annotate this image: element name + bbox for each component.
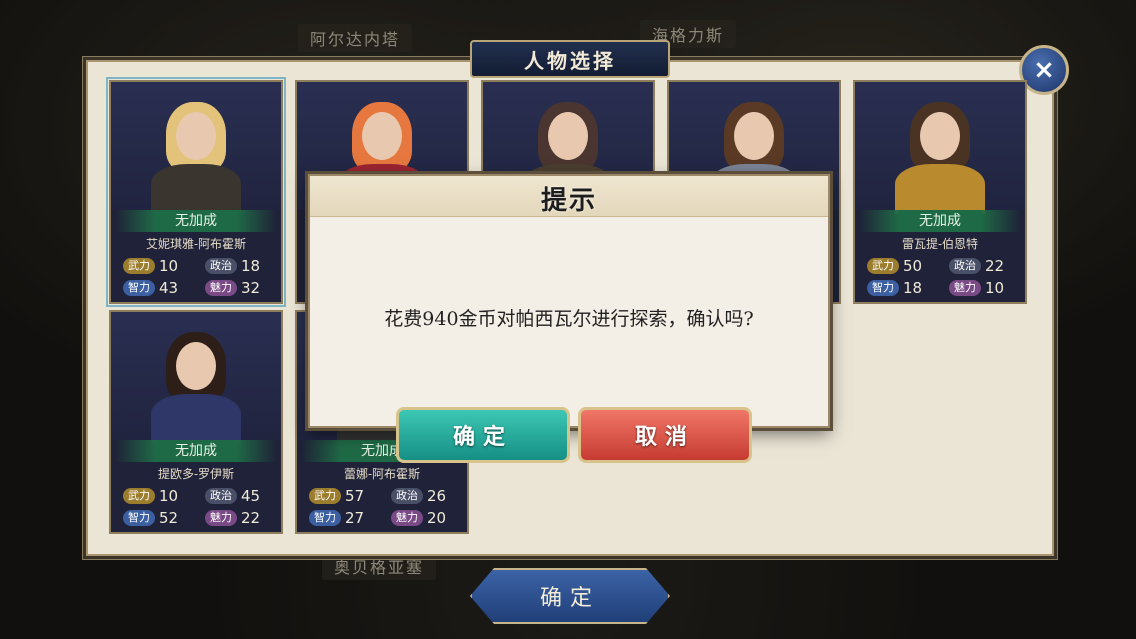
stat-label-force: 武力 xyxy=(867,258,899,274)
stat-label-intellect: 智力 xyxy=(123,510,155,526)
face-shape xyxy=(176,342,216,390)
character-card[interactable]: 无加成 提欧多-罗伊斯 武力 10 政治 45 智力 52 魅力 22 xyxy=(109,310,283,534)
character-portrait xyxy=(855,82,1025,214)
character-card[interactable]: 无加成 雷瓦提-伯恩特 武力 50 政治 22 智力 18 魅力 10 xyxy=(853,80,1027,304)
stat-label-politics: 政治 xyxy=(949,258,981,274)
stat-force: 50 xyxy=(903,257,923,275)
character-card[interactable]: 无加成 艾妮琪雅-阿布霍斯 武力 10 政治 18 智力 43 魅力 32 xyxy=(106,77,286,307)
character-name: 提欧多-罗伊斯 xyxy=(157,467,235,481)
stat-intellect: 18 xyxy=(903,279,923,297)
close-icon: × xyxy=(1033,55,1055,85)
stat-charm: 20 xyxy=(427,509,447,527)
stat-intellect: 52 xyxy=(159,509,179,527)
stat-label-force: 武力 xyxy=(123,488,155,504)
stat-label-force: 武力 xyxy=(123,258,155,274)
stat-force: 10 xyxy=(159,257,179,275)
stat-politics: 26 xyxy=(427,487,447,505)
face-shape xyxy=(362,112,402,160)
face-shape xyxy=(176,112,216,160)
character-name: 艾妮琪雅-阿布霍斯 xyxy=(145,237,247,251)
body-shape xyxy=(151,164,241,214)
bottom-confirm-button[interactable]: 确定 xyxy=(470,568,670,624)
stat-force: 57 xyxy=(345,487,365,505)
dialog-title: 提示 xyxy=(540,186,597,216)
stat-label-charm: 魅力 xyxy=(949,280,981,296)
face-shape xyxy=(548,112,588,160)
stat-label-politics: 政治 xyxy=(205,258,237,274)
character-name: 蕾娜-阿布霍斯 xyxy=(343,467,421,481)
character-portrait xyxy=(111,82,281,214)
character-name: 雷瓦提-伯恩特 xyxy=(901,237,979,251)
stat-charm: 32 xyxy=(241,279,261,297)
stat-charm: 10 xyxy=(985,279,1005,297)
dialog-message: 花费940金币对帕西瓦尔进行探索，确认吗? xyxy=(384,308,754,330)
bonus-label: 无加成 xyxy=(115,440,277,462)
character-portrait xyxy=(111,312,281,444)
stat-label-intellect: 智力 xyxy=(123,280,155,296)
stat-intellect: 27 xyxy=(345,509,365,527)
body-shape xyxy=(151,394,241,444)
cancel-button[interactable]: 取消 xyxy=(578,407,752,463)
confirm-button[interactable]: 确定 xyxy=(396,407,570,463)
stat-politics: 45 xyxy=(241,487,261,505)
stat-charm: 22 xyxy=(241,509,261,527)
stat-politics: 22 xyxy=(985,257,1005,275)
stat-label-charm: 魅力 xyxy=(391,510,423,526)
face-shape xyxy=(734,112,774,160)
bonus-label: 无加成 xyxy=(859,210,1021,232)
stat-label-intellect: 智力 xyxy=(867,280,899,296)
bonus-label: 无加成 xyxy=(115,210,277,232)
confirm-dialog: 提示 花费940金币对帕西瓦尔进行探索，确认吗? xyxy=(308,174,830,428)
stat-label-charm: 魅力 xyxy=(205,510,237,526)
stat-force: 10 xyxy=(159,487,179,505)
stat-label-force: 武力 xyxy=(309,488,341,504)
stat-label-politics: 政治 xyxy=(205,488,237,504)
body-shape xyxy=(895,164,985,214)
stat-label-politics: 政治 xyxy=(391,488,423,504)
stat-politics: 18 xyxy=(241,257,261,275)
stat-intellect: 43 xyxy=(159,279,179,297)
stat-label-charm: 魅力 xyxy=(205,280,237,296)
face-shape xyxy=(920,112,960,160)
panel-title: 人物选择 xyxy=(470,40,670,78)
stat-label-intellect: 智力 xyxy=(309,510,341,526)
